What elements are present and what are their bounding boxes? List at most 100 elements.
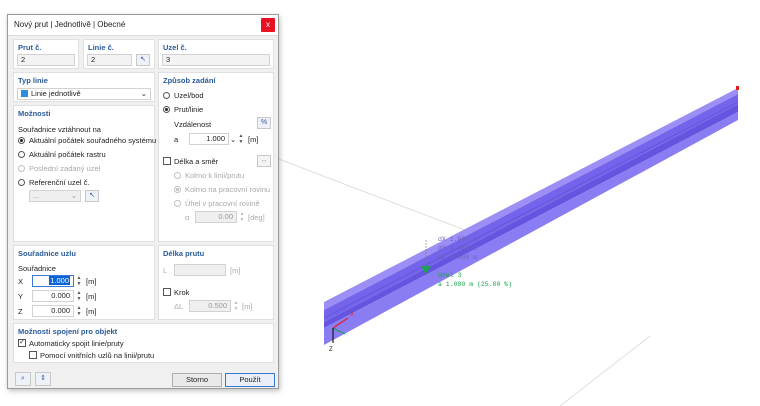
axis-x-label: X <box>350 312 354 318</box>
dl-unit: [m] <box>242 302 253 311</box>
dl-spinner[interactable]: ▲ ▼ <box>233 300 239 312</box>
percent-toggle-button[interactable]: % <box>257 117 271 129</box>
x-label: X <box>18 277 24 286</box>
alpha-spinner[interactable]: ▲ ▼ <box>239 211 245 223</box>
radio-perp-plane-label: Kolmo na pracovní rovinu <box>185 185 271 194</box>
dl-value-field[interactable]: 0.500 <box>189 300 231 312</box>
close-button[interactable]: x <box>261 18 275 32</box>
connect-options-panel: Možnosti spojení pro objekt ✓ Automatick… <box>13 323 274 363</box>
annotation-dx: dX 1.000 m <box>438 236 478 243</box>
radio-current-origin-label: Aktuální počátek souřadného systému <box>29 136 157 145</box>
radio-last-node-label: Poslední zadaný uzel <box>29 164 101 173</box>
radio-grid-origin-label: Aktuální počátek rastru <box>29 150 106 159</box>
input-method-title: Způsob zadání <box>163 76 216 85</box>
options-title: Možnosti <box>18 109 51 118</box>
reference-node-value: ... <box>33 191 40 200</box>
direction-pick-icon[interactable]: ↔ <box>257 155 271 167</box>
x-coord-value: 1.000 <box>49 276 70 285</box>
radio-grid-origin[interactable] <box>18 151 25 158</box>
pick-line-icon[interactable]: ↖ <box>136 54 150 66</box>
adjust-icon[interactable]: ⇕ <box>35 372 51 386</box>
radio-current-origin[interactable] <box>18 137 25 144</box>
options-panel: Možnosti Souřadnice vztáhnout na Aktuáln… <box>13 105 157 242</box>
a-spinner[interactable]: ▲ ▼ <box>238 133 244 145</box>
chevron-down-icon[interactable]: ⌄ <box>230 135 236 144</box>
coord-ref-label: Souřadnice vztáhnout na <box>18 125 101 134</box>
beam-end-marker-icon <box>736 86 739 90</box>
dialog-titlebar[interactable]: Nový prut | Jednotlivě | Obecné x <box>8 15 278 36</box>
x-spinner[interactable]: ▲ ▼ <box>76 275 82 287</box>
radio-perp-plane[interactable] <box>174 186 181 193</box>
step-checkbox[interactable] <box>163 288 171 296</box>
l-unit: [m] <box>230 266 241 275</box>
a-label: a <box>174 135 179 144</box>
y-label: Y <box>18 292 24 301</box>
search-icon[interactable]: ⌕ <box>15 372 31 386</box>
z-unit: [m] <box>86 307 97 316</box>
a-unit: [m] <box>248 135 259 144</box>
radio-angle-plane-label: Úhel v pracovní rovině <box>185 199 260 208</box>
radio-last-node[interactable] <box>18 165 25 172</box>
node-number-panel: Uzel č. 3 <box>158 39 274 69</box>
z-label: Z <box>18 307 23 316</box>
line-type-select[interactable]: Linie jednotlivě ⌄ <box>17 88 151 100</box>
beam-top-flange <box>324 88 738 310</box>
radio-angle-plane[interactable] <box>174 200 181 207</box>
radio-perp-line-label: Kolmo k linii/prutu <box>185 171 245 180</box>
apply-button[interactable]: Použít <box>225 373 275 387</box>
auto-connect-label: Automaticky spojit linie/pruty <box>29 339 124 348</box>
y-unit: [m] <box>86 292 97 301</box>
chevron-down-icon: ⌄ <box>70 191 77 200</box>
pick-node-icon[interactable]: ↖ <box>85 190 99 202</box>
a-value-field[interactable]: 1.000 <box>189 133 229 145</box>
member-number-label: Prut č. <box>18 43 42 52</box>
annotation-dy: dY 0.000 m <box>438 245 478 252</box>
radio-node-point-label: Uzel/bod <box>174 91 204 100</box>
member-number-field[interactable]: 2 <box>17 54 75 66</box>
beam-web-shadow <box>324 104 738 328</box>
radio-perp-line[interactable] <box>174 172 181 179</box>
cancel-button[interactable]: Storno <box>172 373 222 387</box>
new-member-dialog: Nový prut | Jednotlivě | Obecné x Prut č… <box>7 14 279 389</box>
beam-bottom-flange <box>324 112 738 345</box>
y-spinner[interactable]: ▲ ▼ <box>76 290 82 302</box>
auto-connect-checkbox[interactable]: ✓ <box>18 339 26 347</box>
axis-z-label: Z <box>329 347 333 353</box>
length-direction-checkbox[interactable] <box>163 157 171 165</box>
inner-nodes-checkbox[interactable] <box>29 351 37 359</box>
grid-line <box>249 147 471 233</box>
grid-line <box>559 335 651 406</box>
node-number-field[interactable]: 3 <box>162 54 270 66</box>
z-coord-field[interactable]: 0.000 <box>32 305 74 317</box>
line-type-selected: Linie jednotlivě <box>31 89 81 98</box>
coords-sub-label: Souřadnice <box>18 264 56 273</box>
dl-label: ΔL <box>174 302 184 311</box>
alpha-value-field[interactable]: 0.00 <box>195 211 237 223</box>
x-coord-field[interactable]: 1.000 <box>32 275 74 287</box>
z-spinner[interactable]: ▲ ▼ <box>76 305 82 317</box>
alpha-unit: [deg] <box>248 213 265 222</box>
input-method-panel: Způsob zadání Uzel/bod Prut/linie Vzdále… <box>158 72 274 242</box>
radio-reference-node-label: Referenční uzel č. <box>29 178 90 187</box>
node-coords-title: Souřadnice uzlu <box>18 249 76 258</box>
radio-member-line-label: Prut/linie <box>174 105 204 114</box>
annotation-dz: dZ 0.000 m <box>438 254 478 261</box>
annotation-node: Uzel 3 <box>438 272 462 279</box>
dialog-title: Nový prut | Jednotlivě | Obecné <box>14 20 126 29</box>
member-length-panel: Délka prutu L [m] Krok ΔL 0.500 ▲ ▼ [m] <box>158 245 274 320</box>
line-type-swatch-icon <box>21 90 28 97</box>
radio-member-line[interactable] <box>163 106 170 113</box>
distance-label: Vzdálenost <box>174 120 212 129</box>
alpha-label: α <box>185 213 190 222</box>
radio-node-point[interactable] <box>163 92 170 99</box>
beam-web <box>324 94 738 322</box>
connect-options-title: Možnosti spojení pro objekt <box>18 327 118 336</box>
line-number-field[interactable]: 2 <box>87 54 132 66</box>
chevron-down-icon: ⌄ <box>140 89 147 98</box>
radio-reference-node[interactable] <box>18 179 25 186</box>
member-length-title: Délka prutu <box>163 249 205 258</box>
l-value-field[interactable] <box>174 264 226 276</box>
y-coord-field[interactable]: 0.000 <box>32 290 74 302</box>
line-type-panel: Typ linie Linie jednotlivě ⌄ <box>13 72 155 102</box>
reference-node-select[interactable]: ... ⌄ <box>29 190 81 202</box>
